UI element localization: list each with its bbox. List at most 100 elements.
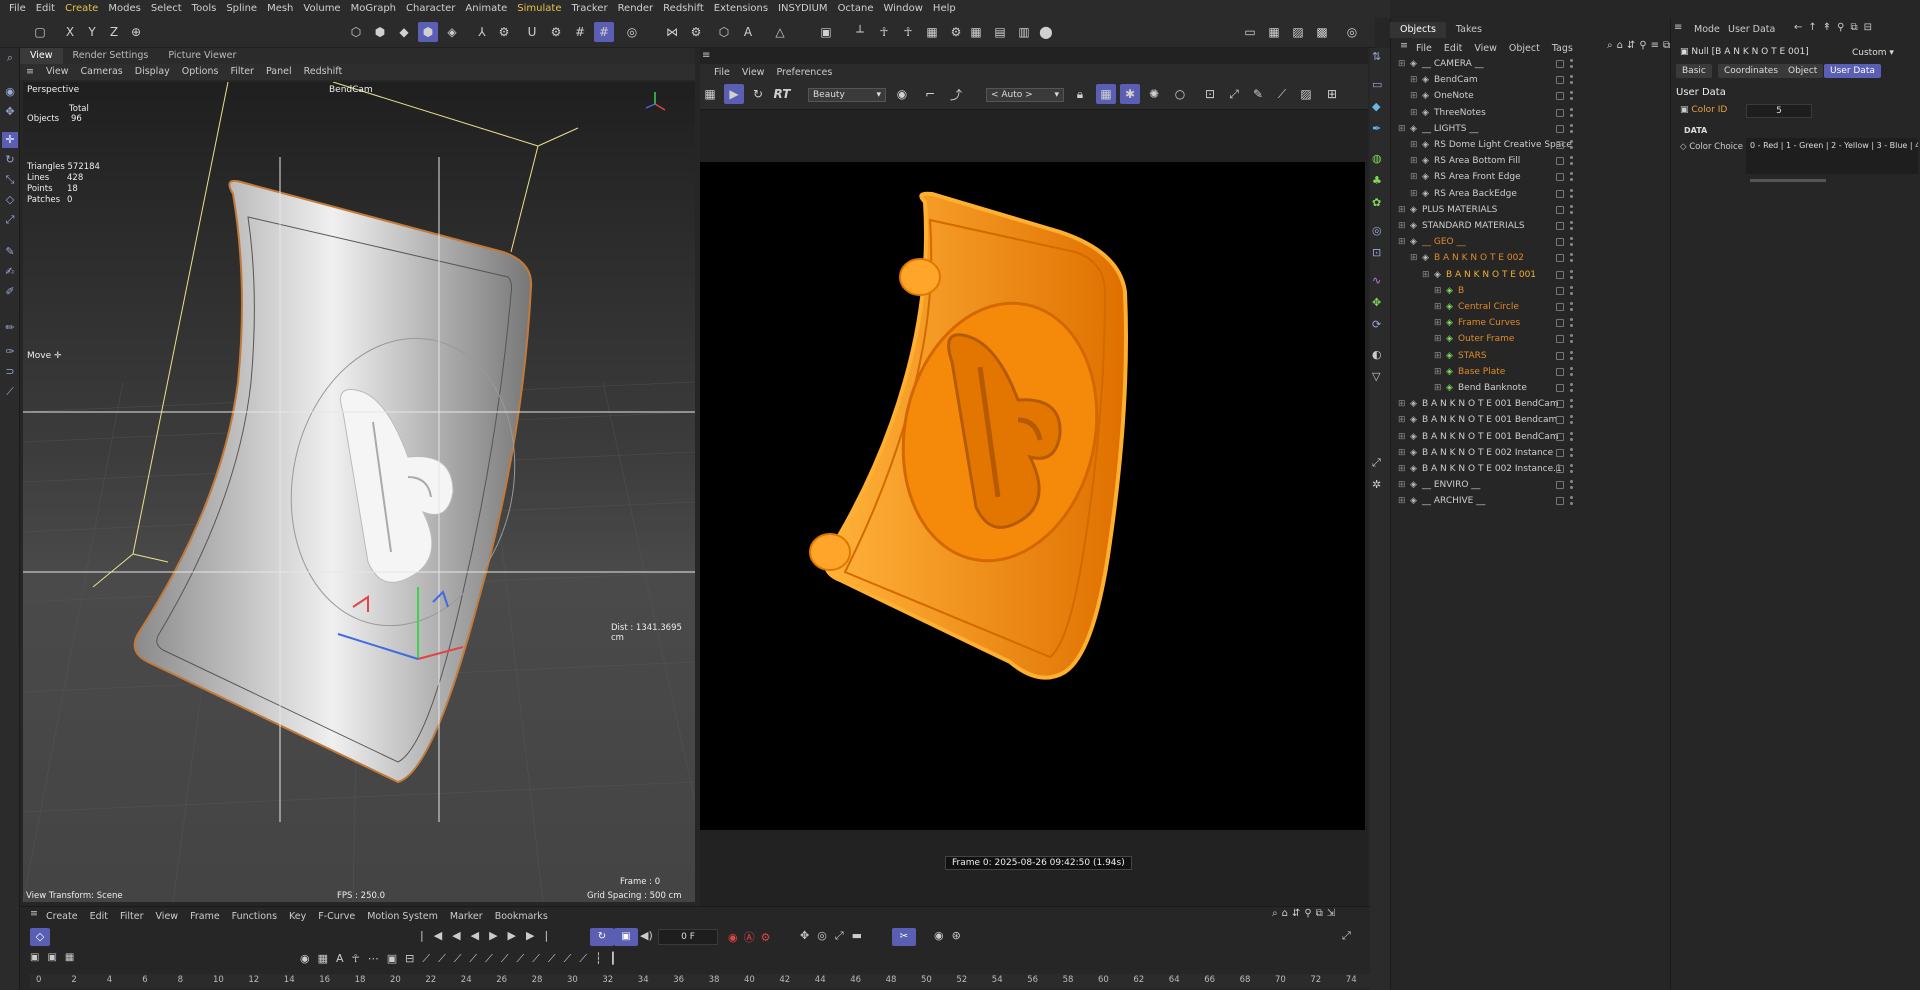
layer-checkbox[interactable]	[1556, 416, 1564, 425]
lock-icon[interactable]: ◎	[622, 22, 642, 42]
object-row[interactable]: ⊞ ◈ B A N K N O T E 001	[1390, 267, 1670, 283]
scene-icon[interactable]: ✥	[1372, 296, 1381, 309]
hierarchy-icon[interactable]: ⇅	[1372, 50, 1381, 63]
rectangle-icon[interactable]: ▭	[1372, 78, 1382, 91]
expand-icon[interactable]: ⊞	[1410, 186, 1418, 202]
editor-visibility-dot[interactable]	[1570, 140, 1573, 143]
editor-visibility-dot[interactable]	[1570, 415, 1573, 419]
objects-menu-tags[interactable]: Tags	[1546, 43, 1579, 54]
viewport-tab-render-settings[interactable]: Render Settings	[63, 48, 159, 64]
menu-select[interactable]: Select	[146, 0, 187, 18]
expand-icon[interactable]: ⊞	[1410, 153, 1418, 169]
render-visibility-dot[interactable]	[1570, 324, 1573, 328]
edges-mode-icon[interactable]: ◆	[394, 22, 414, 42]
editor-visibility-dot[interactable]	[1570, 237, 1573, 241]
generator-icon[interactable]: ◍	[1372, 152, 1382, 165]
layer-checkbox[interactable]	[1556, 351, 1564, 360]
layer-checkbox[interactable]	[1556, 400, 1564, 409]
object-row[interactable]: ⊞ ◈ B A N K N O T E 001 BendCam	[1390, 429, 1670, 445]
layer-checkbox[interactable]	[1556, 157, 1564, 166]
layer-checkbox[interactable]	[1556, 319, 1564, 328]
aov-select[interactable]: Beauty ▾	[808, 88, 886, 102]
object-name[interactable]: B A N K N O T E 001 BendCam	[1422, 396, 1559, 412]
pen-icon[interactable]: ✎	[1248, 84, 1268, 104]
magnet-icon[interactable]: ⊃	[2, 364, 18, 380]
menu-mograph[interactable]: MoGraph	[346, 0, 401, 18]
layer-checkbox[interactable]	[1556, 124, 1564, 133]
editor-visibility-dot[interactable]	[1570, 318, 1573, 322]
render-hamburger-icon[interactable]: ≡	[702, 50, 710, 61]
expand-icon[interactable]: ⊞	[1410, 72, 1418, 88]
knife-icon[interactable]: ⟋	[2, 384, 18, 400]
bend-icon[interactable]: ⟳	[1372, 318, 1381, 331]
render-menu-preferences[interactable]: Preferences	[770, 67, 838, 78]
object-name[interactable]: B A N K N O T E 001 Bendcam	[1422, 412, 1557, 428]
expand-icon[interactable]: ⊞	[1398, 477, 1406, 493]
preview-range-icon[interactable]: ▣	[614, 928, 638, 946]
menu-volume[interactable]: Volume	[298, 0, 345, 18]
render-visibility-dot[interactable]	[1570, 227, 1573, 230]
layer-checkbox[interactable]	[1556, 303, 1564, 311]
render-view-icon[interactable]: ▦	[966, 22, 986, 42]
expand-icon[interactable]: ⊞	[1398, 56, 1406, 72]
layer-checkbox[interactable]	[1556, 367, 1564, 376]
objects-menu-edit[interactable]: Edit	[1438, 43, 1468, 54]
menu-insydium[interactable]: INSYDIUM	[773, 0, 832, 18]
menu-tracker[interactable]: Tracker	[566, 0, 612, 18]
points-mode-icon[interactable]: ⬢	[370, 22, 390, 42]
render-visibility-dot[interactable]	[1570, 162, 1573, 166]
model-mode-icon[interactable]: ⬡	[346, 22, 366, 42]
render-visibility-dot[interactable]	[1570, 65, 1573, 68]
rotate-tool-icon[interactable]: ↻	[2, 152, 18, 168]
render-menu-file[interactable]: File	[708, 67, 736, 78]
layer-checkbox[interactable]	[1556, 238, 1564, 247]
object-row[interactable]: ⊞ ◈ Outer Frame	[1390, 331, 1670, 347]
menu-render[interactable]: Render	[613, 0, 659, 18]
editor-visibility-dot[interactable]	[1570, 431, 1573, 435]
render-visibility-dot[interactable]	[1570, 470, 1573, 473]
expand-icon[interactable]: ⊞	[1398, 445, 1406, 461]
viewport-tab-picture-viewer[interactable]: Picture Viewer	[158, 48, 246, 64]
editor-visibility-dot[interactable]	[1570, 399, 1573, 403]
editor-visibility-dot[interactable]	[1570, 221, 1573, 224]
key-controls[interactable]: ✥◎⤢▬	[800, 929, 870, 943]
transform-tool-icon[interactable]: ◇	[2, 192, 18, 208]
layer-checkbox[interactable]	[1556, 76, 1564, 85]
expand-icon[interactable]: ⊞	[1434, 364, 1442, 380]
attr-hamburger-icon[interactable]: ≡	[1674, 22, 1682, 33]
object-row[interactable]: ⊞ ◈ B A N K N O T E 002	[1390, 250, 1670, 266]
object-name[interactable]: __ CAMERA __	[1422, 56, 1484, 72]
editor-visibility-dot[interactable]	[1570, 464, 1573, 467]
editor-visibility-dot[interactable]	[1570, 156, 1573, 160]
render-visibility-dot[interactable]	[1570, 194, 1573, 198]
render-queue-icon[interactable]: ▤	[990, 22, 1010, 42]
object-name[interactable]: __ LIGHTS __	[1422, 121, 1478, 137]
triangle-icon[interactable]: △	[770, 22, 790, 42]
menu-animate[interactable]: Animate	[460, 0, 512, 18]
render-visibility-dot[interactable]	[1570, 372, 1573, 376]
symmetry-settings-icon[interactable]: ⚙	[686, 22, 706, 42]
render-menu-view[interactable]: View	[736, 67, 771, 78]
timeline-menu-frame[interactable]: Frame	[184, 911, 226, 922]
editor-visibility-dot[interactable]	[1570, 350, 1573, 354]
render-visibility-dot[interactable]	[1570, 340, 1573, 344]
live-select-icon[interactable]: ◉	[2, 84, 18, 100]
render-visibility-dot[interactable]	[1570, 97, 1573, 101]
rt-toggle[interactable]: RT	[770, 84, 794, 104]
object-row[interactable]: ⊞ ◈ B A N K N O T E 001 Bendcam	[1390, 412, 1670, 428]
editor-visibility-dot[interactable]	[1570, 253, 1573, 257]
sculpt2-tool-icon[interactable]: ✐	[2, 284, 18, 300]
render-visibility-dot[interactable]	[1570, 146, 1573, 149]
cloner-icon[interactable]: ♣	[1372, 174, 1382, 187]
expand-icon[interactable]: ⊞	[1398, 493, 1406, 509]
workplane-icon[interactable]: #	[594, 22, 614, 42]
object-name[interactable]: STANDARD MATERIALS	[1422, 218, 1525, 234]
render-visibility-dot[interactable]	[1570, 275, 1573, 279]
viewport-menu-cameras[interactable]: Cameras	[75, 64, 129, 80]
refresh-icon[interactable]: ↻	[748, 84, 768, 104]
camera-icon[interactable]: ◐	[1372, 348, 1382, 361]
layer-checkbox[interactable]	[1556, 205, 1564, 214]
object-name[interactable]: BendCam	[1434, 72, 1478, 88]
expand-icon[interactable]: ⊞	[1434, 315, 1442, 331]
object-row[interactable]: ⊞ ◈ __ CAMERA __	[1390, 56, 1670, 72]
